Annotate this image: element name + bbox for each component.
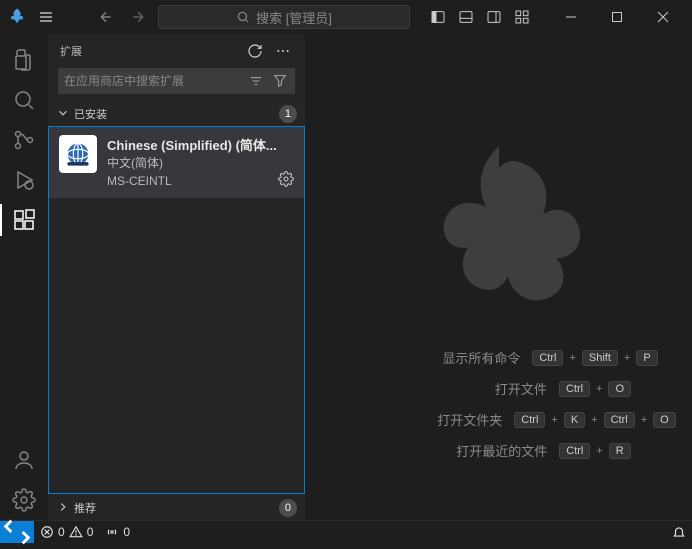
search-tab[interactable] xyxy=(0,80,48,120)
extension-description: 中文(简体) xyxy=(107,154,294,171)
shortcut-keys: Ctrl + K + Ctrl + O xyxy=(514,412,675,428)
more-actions-button[interactable] xyxy=(273,41,293,61)
plus-separator: + xyxy=(596,445,602,457)
shortcut-label: 显示所有命令 xyxy=(340,348,520,367)
app-icon xyxy=(8,7,26,28)
plus-separator: + xyxy=(569,352,575,364)
run-debug-tab[interactable] xyxy=(0,160,48,200)
toggle-primary-sidebar-button[interactable] xyxy=(426,5,450,29)
shortcut-row: 打开最近的文件 Ctrl + R xyxy=(367,441,631,460)
welcome-shortcuts: 显示所有命令 Ctrl + Shift + P 打开文件 Ctrl + O 打开文件夹 Ctrl + K +… xyxy=(306,348,692,460)
keycap: K xyxy=(564,412,585,428)
installed-label: 已安装 xyxy=(74,106,275,122)
settings-button[interactable] xyxy=(0,480,48,520)
shortcut-label: 打开文件 xyxy=(367,379,547,398)
installed-count-badge: 1 xyxy=(279,105,297,123)
customize-layout-button[interactable] xyxy=(510,5,534,29)
recommended-label: 推荐 xyxy=(74,500,275,516)
extension-search-input[interactable] xyxy=(64,74,241,88)
status-bar: 0 0 0 xyxy=(0,520,692,542)
keycap: Ctrl xyxy=(532,350,563,366)
editor-watermark-icon xyxy=(389,124,609,347)
keycap: O xyxy=(653,412,676,428)
ports-count: 0 xyxy=(123,525,130,539)
extension-manage-button[interactable] xyxy=(278,171,294,190)
error-count: 0 xyxy=(58,525,65,539)
activity-bar xyxy=(0,34,48,520)
nav-forward-button[interactable] xyxy=(126,5,150,29)
keycap: Ctrl xyxy=(604,412,635,428)
refresh-button[interactable] xyxy=(245,41,265,61)
plus-separator: + xyxy=(641,414,647,426)
extension-name: Chinese (Simplified) (简体... xyxy=(107,135,294,154)
filter-button[interactable] xyxy=(271,72,289,90)
toggle-panel-button[interactable] xyxy=(454,5,478,29)
keycap: Ctrl xyxy=(559,381,590,397)
keycap: Shift xyxy=(582,350,618,366)
installed-section-header[interactable]: 已安装 1 xyxy=(48,102,305,126)
nav-back-button[interactable] xyxy=(94,5,118,29)
recommended-count-badge: 0 xyxy=(279,499,297,517)
source-control-tab[interactable] xyxy=(0,120,48,160)
search-icon xyxy=(236,10,250,24)
extension-search-box[interactable] xyxy=(58,68,295,94)
antenna-icon xyxy=(105,525,119,539)
notifications-button[interactable] xyxy=(666,521,692,542)
clear-filter-button[interactable] xyxy=(247,72,265,90)
keycap: P xyxy=(636,350,657,366)
close-button[interactable] xyxy=(642,3,684,31)
command-center-search[interactable]: 搜索 [管理员] xyxy=(158,5,410,29)
warning-icon xyxy=(69,525,83,539)
minimize-button[interactable] xyxy=(550,3,592,31)
shortcut-keys: Ctrl + R xyxy=(559,443,631,459)
keycap: Ctrl xyxy=(559,443,590,459)
explorer-tab[interactable] xyxy=(0,40,48,80)
extensions-sidebar: 扩展 已安装 1 Chinese (Simplified) (简体... 中文(… xyxy=(48,34,306,520)
title-bar: 搜索 [管理员] xyxy=(0,0,692,34)
warning-count: 0 xyxy=(87,525,94,539)
extension-item[interactable]: Chinese (Simplified) (简体... 中文(简体) MS-CE… xyxy=(49,127,304,198)
plus-separator: + xyxy=(596,383,602,395)
shortcut-row: 显示所有命令 Ctrl + Shift + P xyxy=(340,348,657,367)
recommended-section-header[interactable]: 推荐 0 xyxy=(48,496,305,520)
maximize-button[interactable] xyxy=(596,3,638,31)
layout-controls xyxy=(426,5,534,29)
shortcut-keys: Ctrl + O xyxy=(559,381,631,397)
sidebar-title: 扩展 xyxy=(60,43,237,59)
plus-separator: + xyxy=(551,414,557,426)
problems-button[interactable]: 0 0 xyxy=(34,521,99,542)
plus-separator: + xyxy=(624,352,630,364)
keycap: Ctrl xyxy=(514,412,545,428)
shortcut-row: 打开文件夹 Ctrl + K + Ctrl + O xyxy=(322,410,675,429)
window-controls xyxy=(550,3,684,31)
extension-publisher: MS-CEINTL xyxy=(107,174,278,188)
menu-button[interactable] xyxy=(34,5,58,29)
chevron-right-icon xyxy=(56,500,70,517)
accounts-button[interactable] xyxy=(0,440,48,480)
remote-button[interactable] xyxy=(0,521,34,543)
bell-icon xyxy=(672,525,686,539)
ports-button[interactable]: 0 xyxy=(99,521,136,542)
installed-extensions-list: Chinese (Simplified) (简体... 中文(简体) MS-CE… xyxy=(48,126,305,494)
keycap: O xyxy=(608,381,631,397)
search-placeholder-text: 搜索 [管理员] xyxy=(256,8,332,27)
shortcut-label: 打开最近的文件 xyxy=(367,441,547,460)
extension-icon xyxy=(59,135,97,173)
keycap: R xyxy=(609,443,631,459)
toggle-secondary-sidebar-button[interactable] xyxy=(482,5,506,29)
plus-separator: + xyxy=(591,414,597,426)
shortcut-keys: Ctrl + Shift + P xyxy=(532,350,657,366)
extensions-tab[interactable] xyxy=(0,200,48,240)
shortcut-row: 打开文件 Ctrl + O xyxy=(367,379,631,398)
editor-area: 显示所有命令 Ctrl + Shift + P 打开文件 Ctrl + O 打开文件夹 Ctrl + K +… xyxy=(306,34,692,520)
shortcut-label: 打开文件夹 xyxy=(322,410,502,429)
chevron-down-icon xyxy=(56,106,70,123)
error-icon xyxy=(40,525,54,539)
sidebar-header: 扩展 xyxy=(48,34,305,68)
